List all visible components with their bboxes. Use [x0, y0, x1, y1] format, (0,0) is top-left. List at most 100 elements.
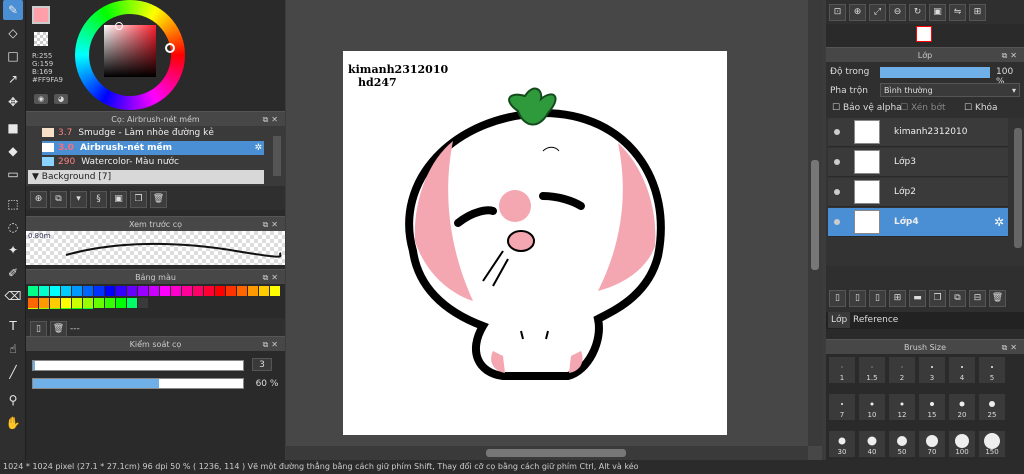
eraser-tool-icon[interactable]: ◇	[3, 23, 23, 43]
brush-size-cell[interactable]: 12	[888, 393, 916, 421]
brush-size-cell[interactable]: 25	[978, 393, 1006, 421]
lasso-tool-icon[interactable]: ◌	[3, 217, 23, 237]
palette-swatch[interactable]	[39, 298, 49, 308]
palette-swatch[interactable]	[50, 286, 60, 296]
brush-size-value[interactable]: 3	[252, 358, 272, 371]
magic-wand-icon[interactable]: ✦	[3, 240, 23, 260]
brush-size-cell[interactable]: 70	[918, 430, 946, 458]
new-layer-8bit-icon[interactable]: ▯	[849, 290, 866, 307]
operation-tool-icon[interactable]: ☝	[3, 339, 23, 359]
brush-size-cell[interactable]: 150	[978, 430, 1006, 458]
drawing-canvas[interactable]: kimanh2312010 hd247	[343, 51, 727, 435]
palette-swatch[interactable]	[83, 298, 93, 308]
palette-swatch[interactable]	[61, 286, 71, 296]
brush-size-cell[interactable]: 100	[948, 430, 976, 458]
layer-opacity-slider[interactable]	[880, 67, 990, 78]
blend-select[interactable]: Bình thường ▾	[880, 83, 1020, 97]
brush-size-slider[interactable]	[32, 360, 244, 371]
brush-settings-icon[interactable]: §	[90, 191, 107, 208]
palette-swatch[interactable]	[105, 298, 115, 308]
palette-swatch[interactable]	[50, 298, 60, 308]
palette-swatch[interactable]	[127, 286, 137, 296]
brush-size-cell[interactable]: 30	[828, 430, 856, 458]
layer-scrollbar[interactable]	[1014, 128, 1022, 248]
brush-size-cell[interactable]: 1	[828, 356, 856, 384]
brush-opacity-slider[interactable]	[32, 378, 244, 389]
palette-swatch[interactable]	[39, 286, 49, 296]
brush-item[interactable]: 290 Watercolor- Màu nước	[42, 156, 264, 169]
panel-float-close-icon[interactable]: ⧉✕	[1002, 48, 1020, 63]
brush-size-cell[interactable]: 1.5	[858, 356, 886, 384]
palette-swatch[interactable]	[72, 298, 82, 308]
panel-float-close-icon[interactable]: ⧉✕	[263, 270, 281, 285]
new-layer-1bit-icon[interactable]: ▯	[869, 290, 886, 307]
gradient-tool-icon[interactable]: ▭	[3, 164, 23, 184]
delete-layer-icon[interactable]: 🗑	[989, 290, 1006, 307]
palette-swatch[interactable]	[116, 298, 126, 308]
select-tool-icon[interactable]: ⬚	[3, 194, 23, 214]
palette-swatch[interactable]	[226, 286, 236, 296]
duplicate-icon[interactable]: ❐	[130, 191, 147, 208]
palette-swatch[interactable]	[116, 286, 126, 296]
panel-float-close-icon[interactable]: ⧉✕	[1002, 340, 1020, 355]
palette-swatch[interactable]	[204, 286, 214, 296]
add-brush-icon[interactable]: ⊕	[30, 191, 47, 208]
fit-window-icon[interactable]: ⤢	[869, 4, 886, 21]
copy-brush-icon[interactable]: ⧉	[50, 191, 67, 208]
add-layer-menu-icon[interactable]: ⊞	[889, 290, 906, 307]
lock-check[interactable]: ☐ Khóa	[964, 103, 998, 113]
panel-float-close-icon[interactable]: ⧉✕	[263, 217, 281, 232]
palette-swatch[interactable]	[160, 286, 170, 296]
alpha-lock-check[interactable]: ☐ Bảo vệ alpha	[832, 103, 902, 113]
brush-item[interactable]: 3.7 Smudge - Làm nhòe đường kẻ	[42, 127, 264, 140]
palette-swatch[interactable]	[138, 286, 148, 296]
visibility-eye-icon[interactable]	[834, 159, 840, 165]
palette-swatch[interactable]	[138, 298, 148, 308]
hand-tool-icon[interactable]: ✋	[3, 413, 23, 433]
divide-tool-icon[interactable]: ╱	[3, 362, 23, 382]
hue-handle[interactable]	[165, 43, 175, 53]
palette-swatch[interactable]	[94, 298, 104, 308]
sub-color-swatch[interactable]	[34, 32, 48, 46]
brush-stroke-icon[interactable]: ↗	[3, 69, 23, 89]
panel-float-close-icon[interactable]: ⧉✕	[263, 337, 281, 352]
new-layer-icon[interactable]: ▯	[829, 290, 846, 307]
layer-folder-icon[interactable]: ▬	[909, 290, 926, 307]
tab-reference[interactable]: Reference	[850, 312, 901, 328]
palette-swatch[interactable]	[61, 298, 71, 308]
palette-swatch[interactable]	[171, 286, 181, 296]
eyedropper-tool-icon[interactable]: ⚲	[3, 390, 23, 410]
layer-row[interactable]: Lớp3	[828, 148, 1008, 177]
panel-float-close-icon[interactable]: ⧉✕	[263, 112, 281, 127]
select-eraser-icon[interactable]: ⌫	[3, 286, 23, 306]
pen-tool-icon[interactable]: ✎	[3, 0, 23, 20]
palette-swatch[interactable]	[83, 286, 93, 296]
palette-swatch[interactable]	[270, 286, 280, 296]
brush-size-cell[interactable]: 5	[978, 356, 1006, 384]
color-picker-handle[interactable]	[115, 22, 123, 30]
color-mode-icon[interactable]: ◉	[34, 94, 48, 104]
palette-swatch[interactable]	[193, 286, 203, 296]
select-pen-icon[interactable]: ✐	[3, 263, 23, 283]
palette-swatch[interactable]	[28, 298, 38, 308]
saturation-square[interactable]	[104, 25, 156, 77]
palette-swatch[interactable]	[248, 286, 258, 296]
brush-group-row[interactable]: ▼ Background [7]	[28, 170, 264, 184]
brush-size-cell[interactable]: 7	[828, 393, 856, 421]
palette-swatch[interactable]	[127, 298, 137, 308]
palette-swatch[interactable]	[72, 286, 82, 296]
brush-size-cell[interactable]: 4	[948, 356, 976, 384]
brush-size-cell[interactable]: 15	[918, 393, 946, 421]
layer-settings-gear-icon[interactable]: ✲	[994, 215, 1004, 229]
color-wheel[interactable]	[75, 0, 185, 110]
navigator[interactable]	[826, 24, 1024, 44]
palette-swatch[interactable]	[215, 286, 225, 296]
palette-swatch[interactable]	[149, 286, 159, 296]
brush-size-cell[interactable]: 20	[948, 393, 976, 421]
zoom-fit-icon[interactable]: ⊡	[829, 4, 846, 21]
duplicate-layer-icon[interactable]: ❐	[929, 290, 946, 307]
fill-rect-tool-icon[interactable]: ■	[3, 118, 23, 138]
brush-settings-gear-icon[interactable]: ✲	[254, 141, 262, 155]
brush-size-cell[interactable]: 10	[858, 393, 886, 421]
palette-swatch[interactable]	[182, 286, 192, 296]
